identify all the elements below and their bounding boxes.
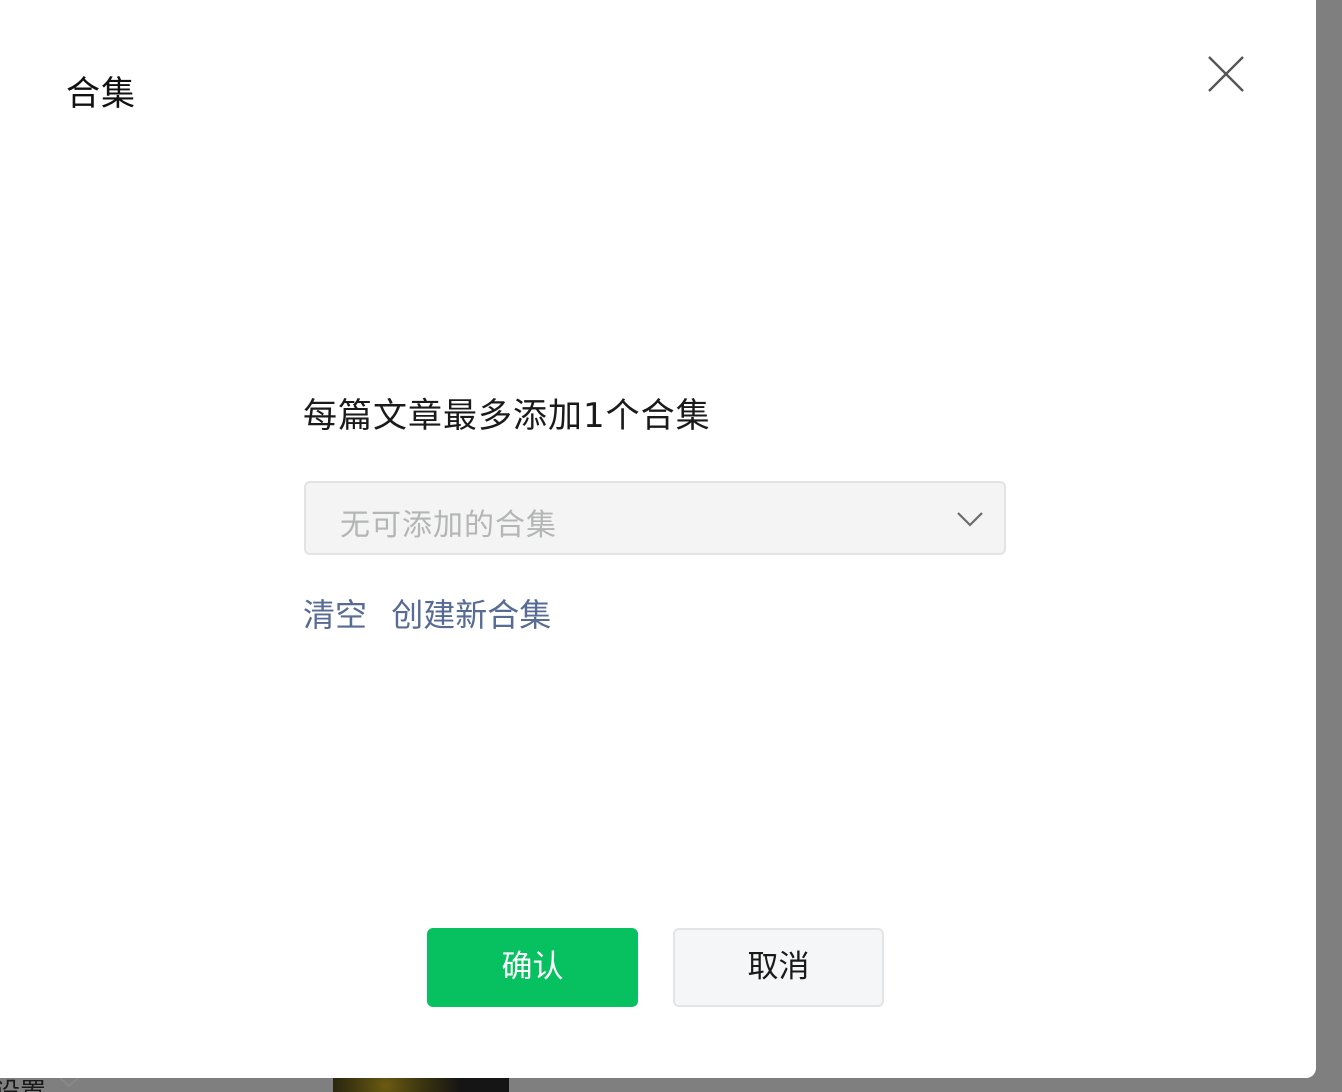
close-icon[interactable]: [1206, 54, 1246, 94]
collection-dialog: 合集 每篇文章最多添加1个合集 无可添加的合集 清空 创建新合集 确认 取消: [0, 0, 1316, 1078]
action-links: 清空 创建新合集: [303, 590, 565, 636]
chevron-down-icon: [957, 512, 983, 527]
clear-link[interactable]: 清空: [303, 590, 367, 636]
create-collection-link[interactable]: 创建新合集: [391, 590, 551, 636]
cancel-button[interactable]: 取消: [673, 928, 884, 1007]
dialog-title: 合集: [66, 74, 136, 114]
collection-select[interactable]: 无可添加的合集: [304, 481, 1006, 555]
confirm-button[interactable]: 确认: [427, 928, 638, 1007]
select-placeholder: 无可添加的合集: [340, 508, 557, 543]
collection-limit-hint: 每篇文章最多添加1个合集: [303, 396, 711, 436]
